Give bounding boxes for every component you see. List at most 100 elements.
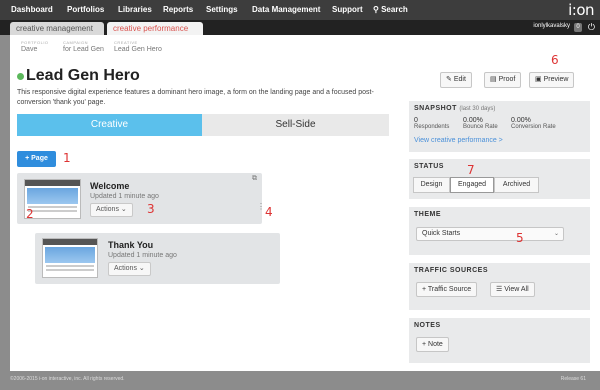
nav-support[interactable]: Support [332, 5, 363, 14]
annotation-4: 4 [265, 205, 273, 219]
nav-dashboard[interactable]: Dashboard [11, 5, 53, 14]
theme-select-value: Quick Starts [422, 230, 461, 237]
traffic-title: TRAFFIC SOURCES [414, 267, 488, 274]
notes-title: NOTES [414, 322, 441, 329]
theme-select[interactable]: Quick Starts ⌄ [416, 227, 564, 241]
page-card-thank-you[interactable]: Thank You Updated 1 minute ago Actions ⌄ [35, 233, 280, 284]
metric-label: Conversion Rate [511, 124, 556, 130]
snapshot-range: (last 30 days) [459, 106, 496, 112]
add-note-button[interactable]: + Note [416, 337, 449, 352]
breadcrumb-value: Lead Gen Hero [114, 46, 162, 53]
annotation-7: 7 [467, 163, 475, 177]
nav-libraries[interactable]: Libraries [118, 5, 152, 14]
page-description: This responsive digital experience featu… [17, 89, 374, 106]
traffic-sources-panel: TRAFFIC SOURCES + Traffic Source ☰ View … [409, 263, 590, 310]
nav-search-label: Search [381, 5, 408, 14]
metric-label: Bounce Rate [463, 124, 498, 130]
edit-label: Edit [453, 76, 466, 83]
tab-creative-management[interactable]: creative management [10, 22, 104, 35]
traffic-body: + Traffic Source ☰ View All [412, 278, 587, 307]
status-body: Design Engaged Archived [412, 173, 587, 196]
status-option-engaged[interactable]: Engaged [450, 177, 494, 193]
preview-icon: ▣ [535, 76, 542, 83]
status-title: STATUS [414, 163, 444, 170]
snapshot-panel: SNAPSHOT (last 30 days) 0 Respondents 0.… [409, 101, 590, 152]
pencil-icon: ✎ [446, 76, 452, 83]
tab-sell-side[interactable]: Sell-Side [202, 114, 389, 136]
power-icon[interactable]: ⏻ [588, 22, 595, 33]
status-dot [17, 73, 24, 80]
metric-respondents: 0 Respondents [414, 117, 449, 130]
metric-value: 0 [414, 117, 418, 124]
product-tabs: creative management creative performance… [0, 20, 600, 35]
drag-handle-icon[interactable]: ⋮ [257, 203, 265, 211]
footer-copyright: ©2006-2015 i-on interactive, inc. All ri… [10, 376, 125, 382]
page-thumbnail[interactable] [42, 238, 98, 278]
actions-dropdown[interactable]: Actions ⌄ [90, 203, 133, 217]
annotation-3: 3 [147, 202, 155, 216]
annotation-5: 5 [516, 231, 524, 245]
nav-search[interactable]: ⚲ Search [373, 5, 408, 14]
theme-title: THEME [414, 211, 441, 218]
page-card-title: Welcome [90, 181, 130, 191]
page-title: Lead Gen Hero [26, 67, 140, 84]
search-icon: ⚲ [373, 5, 379, 14]
main-panel: Portfolio Dave Campaign for Lead Gen Cre… [10, 35, 600, 371]
top-nav: Dashboard Portfolios Libraries Reports S… [0, 0, 600, 20]
page-card-updated: Updated 1 minute ago [90, 193, 159, 200]
metric-value: 0.00% [511, 117, 531, 124]
notification-badge[interactable]: 0 [574, 23, 582, 32]
snapshot-title-text: SNAPSHOT [414, 105, 457, 112]
copy-icon[interactable]: ⧉ [252, 175, 257, 183]
tab-creative[interactable]: Creative [17, 114, 202, 136]
chevron-down-icon: ⌄ [553, 231, 559, 237]
metric-bounce-rate: 0.00% Bounce Rate [463, 117, 498, 130]
status-option-archived[interactable]: Archived [494, 177, 539, 193]
nav-reports[interactable]: Reports [163, 5, 193, 14]
edit-button[interactable]: ✎ Edit [440, 72, 472, 88]
view-all-button[interactable]: ☰ View All [490, 282, 535, 297]
actions-dropdown[interactable]: Actions ⌄ [108, 262, 151, 276]
breadcrumb-creative[interactable]: Creative Lead Gen Hero [114, 40, 162, 53]
theme-panel: THEME Quick Starts ⌄ [409, 207, 590, 255]
metric-value: 0.00% [463, 117, 483, 124]
add-traffic-source-button[interactable]: + Traffic Source [416, 282, 478, 297]
annotation-1: 1 [63, 151, 71, 165]
breadcrumb-label: Portfolio [21, 40, 49, 45]
tab-creative-performance[interactable]: creative performance [107, 22, 203, 35]
snapshot-title: SNAPSHOT (last 30 days) [414, 105, 495, 112]
page-card-updated: Updated 1 minute ago [108, 252, 177, 259]
user-name[interactable]: ionlylkavalsky [533, 23, 570, 29]
notes-panel: NOTES + Note [409, 318, 590, 363]
metric-label: Respondents [414, 124, 450, 130]
footer-release: Release 61 [560, 376, 586, 382]
annotation-2: 2 [26, 207, 34, 221]
proof-button[interactable]: ▤ Proof [484, 72, 522, 88]
breadcrumb-label: Creative [114, 40, 138, 45]
annotation-6: 6 [551, 53, 559, 67]
ion-logo: i:on [568, 1, 594, 19]
nav-portfolios[interactable]: Portfolios [67, 5, 104, 14]
nav-data-management[interactable]: Data Management [252, 5, 320, 14]
breadcrumb-campaign[interactable]: Campaign for Lead Gen [63, 40, 104, 53]
nav-settings[interactable]: Settings [206, 5, 238, 14]
page-card-welcome[interactable]: Welcome Updated 1 minute ago Actions ⌄ ⧉… [17, 173, 265, 224]
status-panel: STATUS Design Engaged Archived [409, 159, 590, 199]
preview-button[interactable]: ▣ Preview [529, 72, 575, 88]
breadcrumb-label: Campaign [63, 40, 89, 45]
breadcrumb-value: for Lead Gen [63, 46, 104, 53]
document-icon: ▤ [490, 76, 497, 83]
view-performance-link[interactable]: View creative performance > [414, 137, 503, 144]
snapshot-body: 0 Respondents 0.00% Bounce Rate 0.00% Co… [412, 115, 587, 149]
metric-conversion-rate: 0.00% Conversion Rate [511, 117, 556, 130]
page-card-title: Thank You [108, 240, 154, 250]
list-icon: ☰ [496, 286, 503, 293]
add-page-button[interactable]: + Page [17, 151, 56, 167]
breadcrumb-portfolio[interactable]: Portfolio Dave [21, 40, 49, 53]
view-all-label: View All [504, 286, 529, 293]
theme-body: Quick Starts ⌄ [412, 223, 587, 252]
status-option-design[interactable]: Design [413, 177, 450, 193]
notes-body: + Note [412, 333, 587, 360]
proof-label: Proof [498, 76, 516, 83]
preview-label: Preview [543, 76, 569, 83]
